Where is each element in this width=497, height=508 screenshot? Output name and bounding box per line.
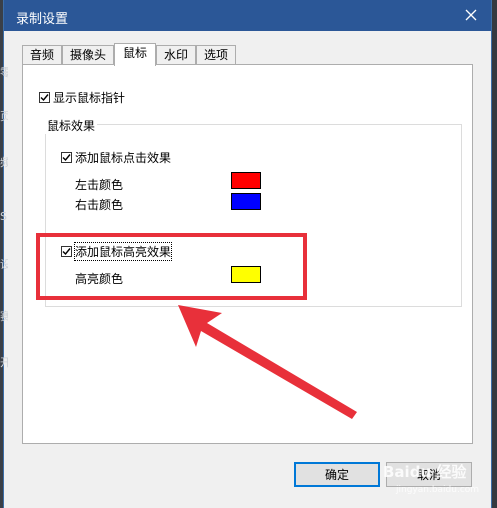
- checkmark-icon: [62, 248, 71, 256]
- left-click-color-label: 左击颜色: [75, 178, 124, 192]
- checkbox-box[interactable]: [61, 152, 72, 163]
- background-side-char: 赛: [0, 310, 8, 323]
- close-icon: [465, 9, 477, 21]
- background-side-char: 零: [0, 66, 8, 79]
- ok-button[interactable]: 确定: [294, 462, 380, 487]
- click-effect-label: 添加鼠标点击效果: [75, 151, 172, 165]
- recording-settings-dialog: 录制设置 音频 摄像头 鼠标 水印 选项 显示鼠标指针 鼠标效果 添加鼠标点击效…: [4, 0, 491, 508]
- left-click-color-swatch[interactable]: [231, 172, 261, 189]
- background-side-char: 设: [0, 258, 8, 271]
- right-click-color-swatch[interactable]: [231, 193, 261, 210]
- tab-watermark[interactable]: 水印: [156, 45, 196, 65]
- title-bar: 录制设置: [4, 0, 491, 31]
- tab-camera[interactable]: 摄像头: [62, 45, 114, 65]
- mouse-effects-caption: 鼠标效果: [45, 117, 98, 134]
- background-side-char: 开: [0, 356, 8, 369]
- checkmark-icon: [40, 94, 49, 102]
- mouse-tab-panel: 显示鼠标指针 鼠标效果 添加鼠标点击效果 左击颜色 右击颜色 添加鼠标高亮效果 …: [22, 64, 473, 444]
- cancel-button[interactable]: 取消: [386, 462, 472, 487]
- tab-audio[interactable]: 音频: [22, 45, 62, 65]
- highlight-effect-checkbox[interactable]: 添加鼠标高亮效果: [61, 242, 173, 261]
- background-side-char: 频: [0, 156, 8, 169]
- checkmark-icon: [62, 154, 71, 162]
- click-effect-checkbox[interactable]: 添加鼠标点击效果: [61, 149, 171, 166]
- background-side-char: S: [0, 210, 7, 223]
- show-pointer-label: 显示鼠标指针: [53, 91, 126, 105]
- checkbox-box[interactable]: [61, 246, 72, 257]
- show-pointer-checkbox[interactable]: 显示鼠标指针: [39, 89, 125, 106]
- checkbox-box[interactable]: [39, 92, 50, 103]
- tab-mouse[interactable]: 鼠标: [114, 43, 156, 66]
- highlight-color-label: 高亮颜色: [75, 272, 124, 286]
- highlight-color-swatch[interactable]: [231, 266, 261, 283]
- close-button[interactable]: [457, 3, 485, 27]
- window-title: 录制设置: [16, 12, 69, 27]
- highlight-effect-label: 添加鼠标高亮效果: [73, 242, 173, 261]
- tab-options[interactable]: 选项: [196, 45, 236, 65]
- background-side-char: 页: [0, 110, 8, 123]
- right-click-color-label: 右击颜色: [75, 198, 124, 212]
